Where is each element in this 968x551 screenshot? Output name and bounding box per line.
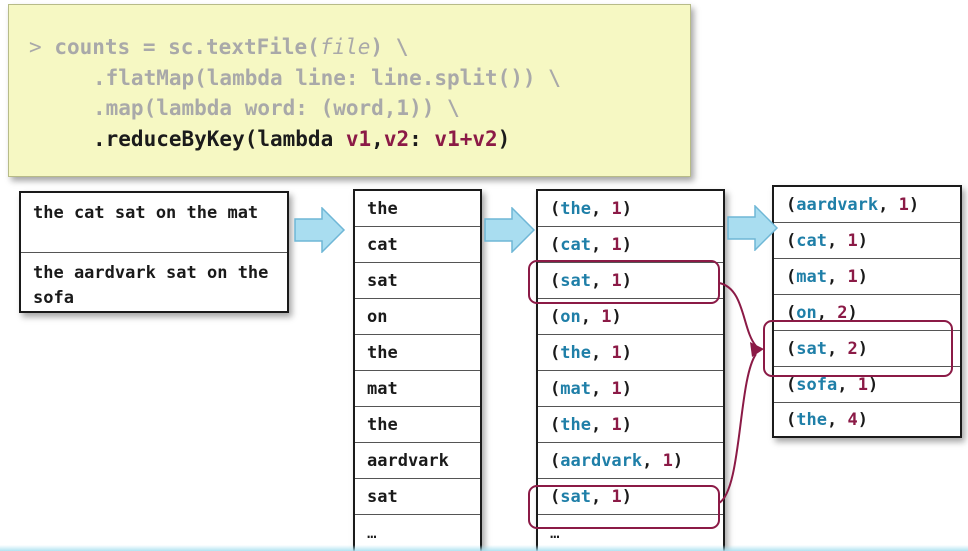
highlight-box-sat-2 [528, 485, 720, 529]
highlight-overlay [528, 260, 953, 529]
connector-top [718, 282, 757, 347]
highlight-box-sat-reduced [763, 320, 953, 377]
bottom-glow [0, 545, 968, 551]
connector-arrowhead [750, 342, 764, 357]
connector-bottom [718, 353, 757, 504]
highlight-box-sat-1 [528, 260, 720, 304]
